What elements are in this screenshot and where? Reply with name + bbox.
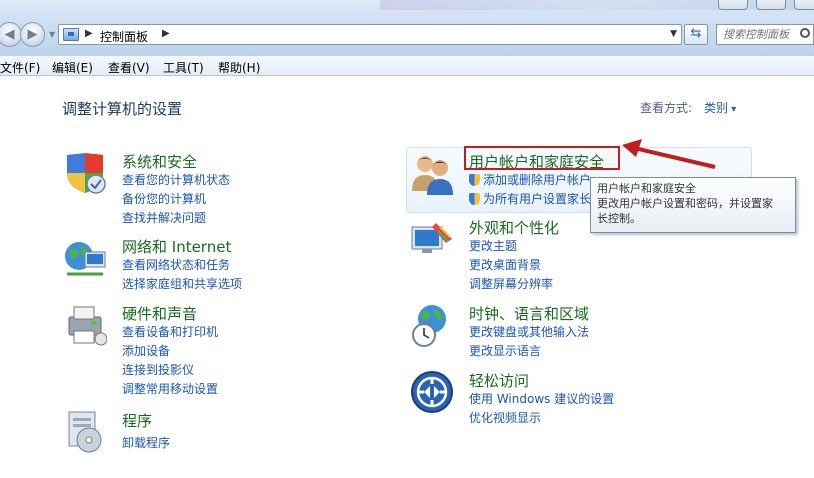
view-by-dropdown[interactable]: 类别 <box>704 99 736 116</box>
link-network-status[interactable]: 查看网络状态和任务 <box>122 256 230 273</box>
programs-disc-icon <box>68 411 102 453</box>
display-icon <box>411 223 452 253</box>
annotation-arrow-icon <box>622 139 716 169</box>
uac-shield-icon <box>469 193 480 205</box>
breadcrumb-control-panel[interactable]: 控制面板 <box>100 28 148 45</box>
control-panel-content: 调整计算机的设置 查看方式: 类别 系统和安全 查看您的计算机状态 备份您的计算… <box>0 77 814 478</box>
category-title[interactable]: 系统和安全 <box>122 151 197 172</box>
menu-tools[interactable]: 工具(T) <box>163 59 204 76</box>
menu-edit[interactable]: 编辑(E) <box>52 59 93 76</box>
breadcrumb-separator-icon[interactable]: ▶ <box>162 28 170 39</box>
link-change-input-method[interactable]: 更改键盘或其他输入法 <box>469 323 589 340</box>
forward-arrow-icon: ▶ <box>27 27 38 42</box>
link-change-background[interactable]: 更改桌面背景 <box>469 256 541 273</box>
category-title[interactable]: 外观和个性化 <box>469 217 559 238</box>
users-icon <box>412 156 453 195</box>
category-title[interactable]: 程序 <box>122 410 152 431</box>
link-homegroup-sharing[interactable]: 选择家庭组和共享选项 <box>122 275 242 292</box>
view-by-label: 查看方式: <box>640 101 693 115</box>
shield-checkmark-icon <box>67 153 106 194</box>
link-change-theme[interactable]: 更改主题 <box>469 237 517 254</box>
refresh-button[interactable]: ⇆ <box>684 24 708 45</box>
address-dropdown-icon[interactable]: ▼ <box>670 29 677 39</box>
link-view-computer-status[interactable]: 查看您的计算机状态 <box>122 171 230 188</box>
printer-icon <box>68 306 107 346</box>
tooltip-line: 长控制。 <box>597 212 641 225</box>
ease-of-access-icon <box>411 371 453 413</box>
minimize-button[interactable] <box>718 0 748 10</box>
address-bar[interactable]: ▶ 控制面板 ▶ ▼ <box>58 24 682 45</box>
page-title: 调整计算机的设置 <box>62 100 183 118</box>
category-title[interactable]: 网络和 Internet <box>122 236 231 257</box>
tooltip-title: 用户帐户和家庭安全 <box>597 182 696 195</box>
annotation-highlight-box <box>464 146 620 170</box>
category-title[interactable]: 硬件和声音 <box>122 303 197 324</box>
search-box[interactable] <box>716 24 814 45</box>
link-troubleshoot[interactable]: 查找并解决问题 <box>122 209 206 226</box>
control-panel-icon <box>63 28 79 41</box>
recent-pages-dropdown[interactable]: ▼ <box>49 30 55 39</box>
maximize-button[interactable] <box>756 0 786 10</box>
breadcrumb-separator-icon[interactable]: ▶ <box>85 28 93 39</box>
menu-bar: 文件(F) 编辑(E) 查看(V) 工具(T) 帮助(H) <box>0 56 814 76</box>
link-backup-computer[interactable]: 备份您的计算机 <box>122 190 206 207</box>
forward-button[interactable]: ▶ <box>20 22 45 47</box>
category-title[interactable]: 轻松访问 <box>469 370 529 391</box>
menu-view[interactable]: 查看(V) <box>108 59 150 76</box>
menu-help[interactable]: 帮助(H) <box>218 59 260 76</box>
refresh-icon: ⇆ <box>690 26 702 41</box>
tooltip: 用户帐户和家庭安全 更改用户帐户设置和密码，并设置家 长控制。 <box>590 177 796 233</box>
back-arrow-icon: ◀ <box>4 27 15 42</box>
window-chrome: ◀ ▶ ▼ ▶ 控制面板 ▶ ▼ ⇆ <box>0 0 814 56</box>
network-globe-icon <box>65 242 106 276</box>
link-devices-printers[interactable]: 查看设备和打印机 <box>122 323 218 340</box>
link-add-remove-accounts[interactable]: 添加或删除用户帐户 <box>469 171 591 188</box>
link-mobility-settings[interactable]: 调整常用移动设置 <box>122 380 218 397</box>
category-title[interactable]: 时钟、语言和区域 <box>469 303 589 324</box>
search-input[interactable] <box>723 28 799 41</box>
link-connect-projector[interactable]: 连接到投影仪 <box>122 361 194 378</box>
link-uninstall-program[interactable]: 卸载程序 <box>122 434 170 451</box>
close-button[interactable] <box>794 0 814 10</box>
menu-file[interactable]: 文件(F) <box>0 59 40 76</box>
search-icon[interactable] <box>800 28 810 38</box>
link-windows-recommended-settings[interactable]: 使用 Windows 建议的设置 <box>469 390 614 407</box>
tooltip-line: 更改用户帐户设置和密码，并设置家 <box>597 197 773 210</box>
clock-globe-icon <box>412 305 446 347</box>
link-add-device[interactable]: 添加设备 <box>122 342 170 359</box>
back-button[interactable]: ◀ <box>0 22 22 47</box>
link-optimize-video-display[interactable]: 优化视频显示 <box>469 409 541 426</box>
uac-shield-icon <box>469 174 480 186</box>
link-change-display-language[interactable]: 更改显示语言 <box>469 342 541 359</box>
link-screen-resolution[interactable]: 调整屏幕分辨率 <box>469 275 553 292</box>
